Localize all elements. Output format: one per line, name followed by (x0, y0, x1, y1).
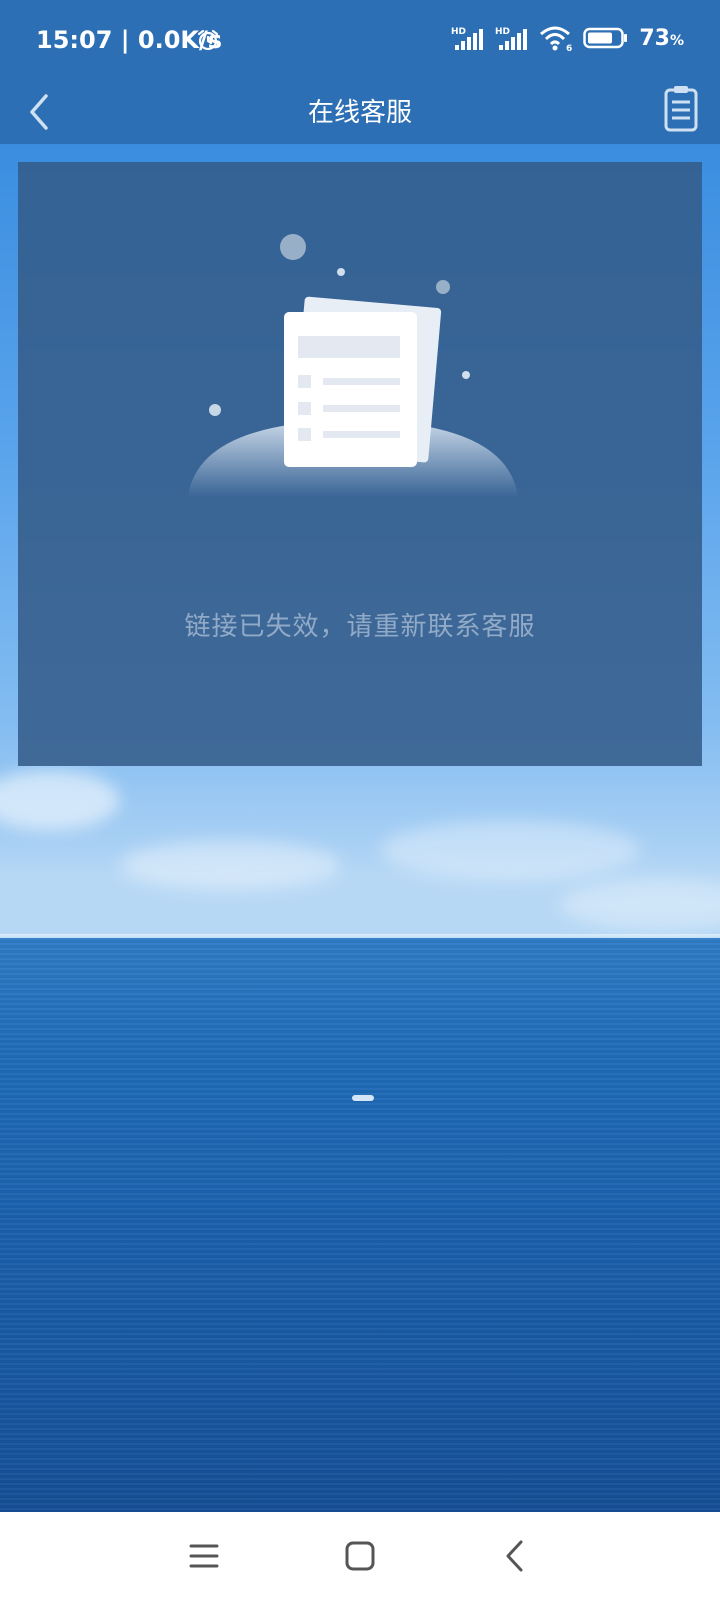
back-icon[interactable] (494, 1534, 538, 1578)
home-icon[interactable] (338, 1534, 382, 1578)
battery-percent-value: 73 (639, 25, 670, 51)
status-time-speed: 15:07 | 0.0K/s (36, 26, 222, 54)
status-time: 15:07 (36, 26, 113, 54)
document-illustration (188, 234, 518, 497)
cloud (120, 840, 340, 890)
svg-text:HD: HD (451, 27, 466, 37)
svg-text:HD: HD (495, 27, 510, 37)
signal-hd-icon: HD (451, 27, 484, 50)
alarm-icon (197, 29, 219, 51)
battery-icon (583, 27, 628, 49)
status-bar: 15:07 | 0.0K/s HD HD 6 73% (0, 0, 720, 80)
signal-hd-icon: HD (495, 27, 528, 50)
cloud (380, 820, 640, 880)
cloud (0, 770, 120, 830)
wifi-6-icon: 6 (540, 26, 573, 52)
battery-percent-symbol: % (669, 32, 684, 49)
system-nav-bar (0, 1512, 720, 1600)
cloud (560, 880, 720, 930)
svg-text:6: 6 (566, 44, 572, 52)
top-app-bar: 在线客服 (0, 80, 720, 144)
empty-state-card: 链接已失效，请重新联系客服 (18, 162, 702, 766)
page-title: 在线客服 (307, 98, 412, 128)
empty-state-message: 链接已失效，请重新联系客服 (184, 612, 536, 642)
sea (0, 938, 720, 1512)
battery-percent: 73% (639, 26, 684, 51)
document-list-icon[interactable] (662, 84, 700, 134)
separator: | (120, 26, 138, 54)
boat (352, 1095, 374, 1101)
menu-icon[interactable] (182, 1534, 226, 1578)
status-icons: HD HD 6 73% (451, 24, 684, 53)
